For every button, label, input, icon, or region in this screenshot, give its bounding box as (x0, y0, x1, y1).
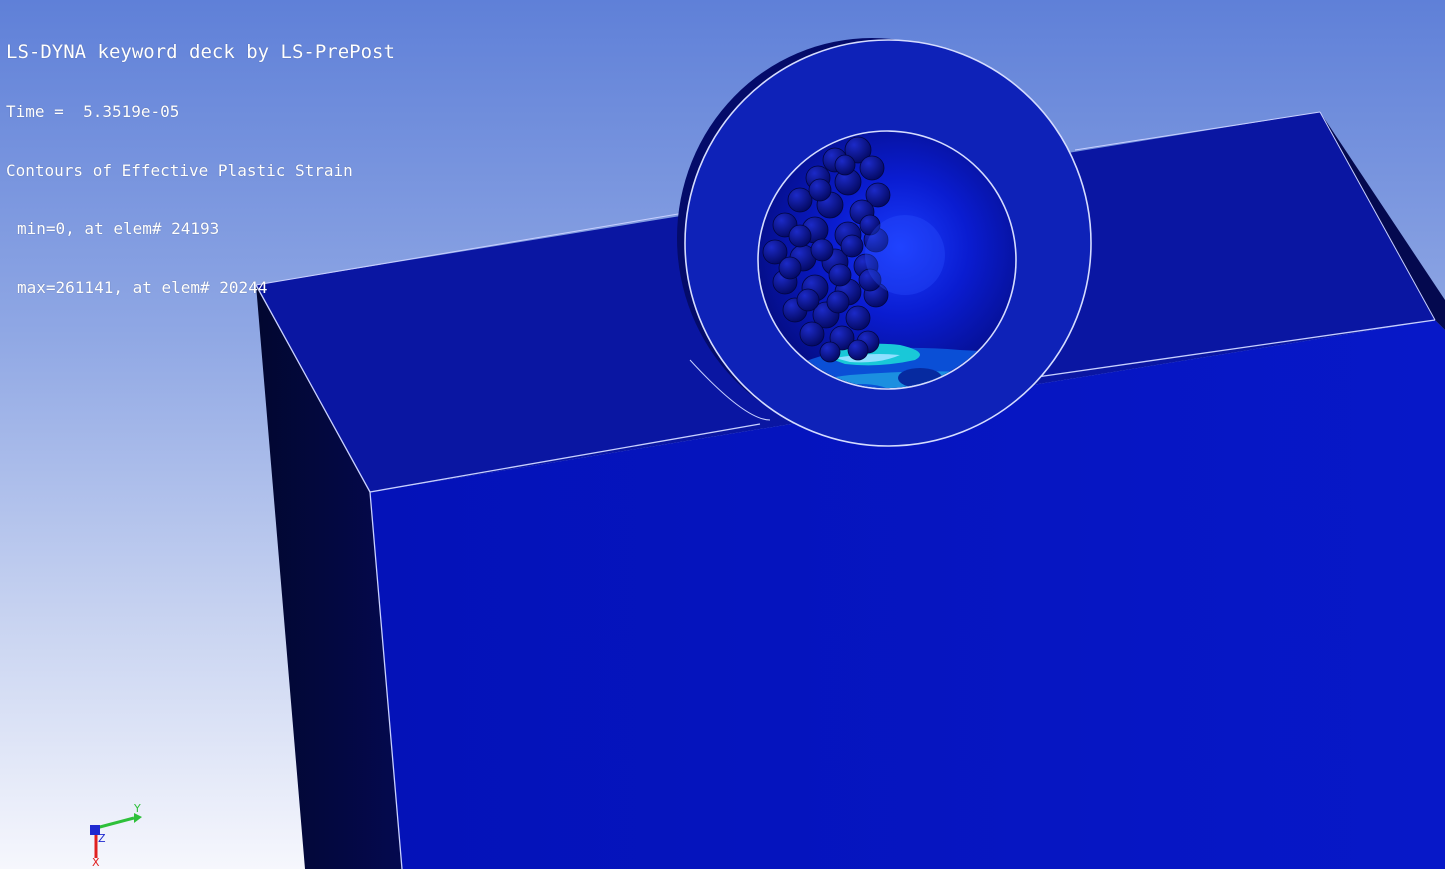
particle (826, 290, 850, 314)
x-axis-label: X (92, 856, 100, 869)
cavity-highlight (865, 215, 945, 295)
particle (819, 341, 841, 363)
hud-max-value: max=261141, at elem# 20244 (17, 277, 268, 297)
y-axis-label: Y (133, 802, 141, 815)
particle (828, 263, 852, 287)
particle (778, 256, 802, 280)
particle (796, 288, 820, 312)
ls-prepost-viewport[interactable]: Y X Z LS-DYNA keyword deck by LS-PrePost… (0, 0, 1445, 869)
particle (788, 224, 812, 248)
y-axis-arrow (95, 816, 135, 830)
particle (845, 305, 871, 331)
simulation-info-overlay: LS-DYNA keyword deck by LS-PrePost Time … (6, 2, 395, 336)
particle (808, 178, 832, 202)
hud-contour-label: Contours of Effective Plastic Strain (6, 160, 353, 180)
particle (859, 155, 885, 181)
hud-title: LS-DYNA keyword deck by LS-PrePost (6, 41, 395, 63)
coordinate-triad: Y X Z (90, 802, 142, 869)
particle (840, 234, 864, 258)
particle (799, 321, 825, 347)
particle (787, 187, 813, 213)
z-axis-label: Z (98, 832, 106, 845)
particle (834, 154, 856, 176)
hud-min-value: min=0, at elem# 24193 (17, 219, 220, 238)
particle (847, 339, 869, 361)
hud-time: Time = 5.3519e-05 (6, 102, 180, 121)
particle (810, 238, 834, 262)
